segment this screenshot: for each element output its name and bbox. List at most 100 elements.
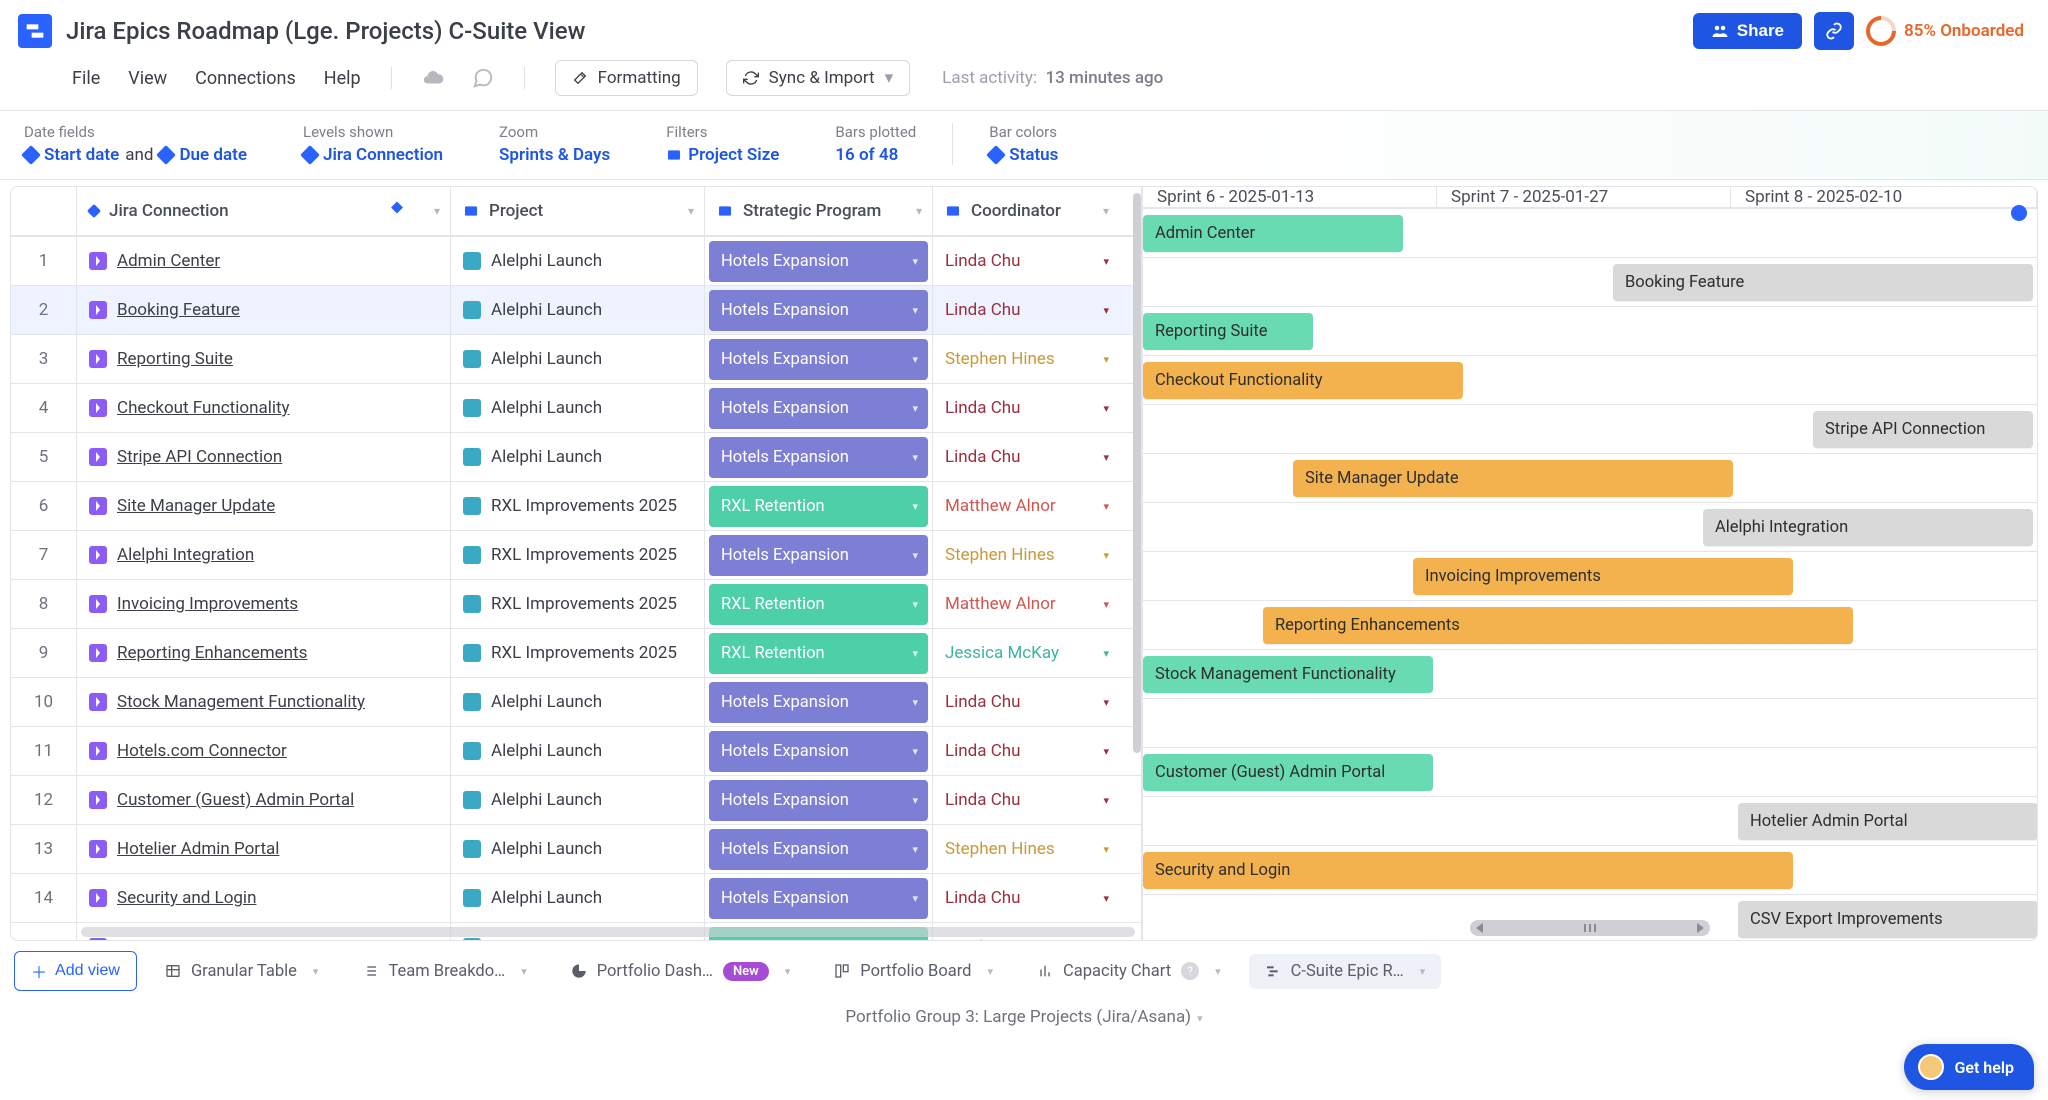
coordinator-cell[interactable]: Linda Chu▾ — [933, 678, 1119, 726]
chevron-down-icon[interactable] — [1215, 965, 1221, 978]
gantt-bar[interactable]: Hotelier Admin Portal — [1738, 803, 2037, 840]
coordinator-cell[interactable]: Linda Chu▾ — [933, 433, 1119, 481]
epic-cell[interactable]: Hotels.com Connector — [77, 727, 451, 775]
program-pill[interactable]: RXL Retention — [709, 486, 928, 527]
program-cell[interactable]: RXL Retention — [705, 629, 933, 677]
epic-cell[interactable]: Invoicing Improvements — [77, 580, 451, 628]
program-pill[interactable]: RXL Retention — [709, 633, 928, 674]
epic-cell[interactable]: Stripe API Connection — [77, 433, 451, 481]
copy-link-button[interactable] — [1814, 12, 1854, 50]
chevron-down-icon[interactable] — [785, 965, 791, 978]
table-row[interactable]: 10Stock Management FunctionalityAlelphi … — [11, 678, 1141, 727]
table-row[interactable]: 7Alelphi IntegrationRXL Improvements 202… — [11, 531, 1141, 580]
project-cell[interactable]: Alelphi Launch — [451, 727, 705, 775]
program-pill[interactable]: RXL Retention — [709, 584, 928, 625]
timeline-row[interactable]: Reporting Suite — [1143, 307, 2037, 356]
chevron-down-icon[interactable]: ▾ — [1103, 549, 1109, 562]
chevron-down-icon[interactable]: ▾ — [1103, 402, 1109, 415]
program-pill[interactable]: Hotels Expansion — [709, 731, 928, 772]
program-pill[interactable]: Hotels Expansion — [709, 388, 928, 429]
comment-icon[interactable] — [472, 67, 494, 89]
project-cell[interactable]: RXL Improvements 2025 — [451, 482, 705, 530]
cloud-sync-icon[interactable] — [422, 67, 444, 89]
timeline-row[interactable]: Reporting Enhancements — [1143, 601, 2037, 650]
column-strategic-program[interactable]: Strategic Program — [705, 187, 933, 235]
formatting-button[interactable]: Formatting — [555, 60, 698, 96]
gantt-bar[interactable]: Checkout Functionality — [1143, 362, 1463, 399]
chevron-down-icon[interactable]: ▾ — [1103, 794, 1109, 807]
program-cell[interactable]: Hotels Expansion — [705, 433, 933, 481]
table-row[interactable]: 14Security and LoginAlelphi LaunchHotels… — [11, 874, 1141, 923]
coordinator-cell[interactable]: Jessica McKay▾ — [933, 629, 1119, 677]
add-view-button[interactable]: ＋ Add view — [14, 951, 137, 991]
project-cell[interactable]: Alelphi Launch — [451, 384, 705, 432]
chevron-down-icon[interactable] — [313, 965, 319, 978]
gantt-bar[interactable]: Stock Management Functionality — [1143, 656, 1433, 693]
filter-date-fields[interactable]: Date fields Start date and Due date — [24, 123, 247, 165]
coordinator-cell[interactable]: Stephen Hines▾ — [933, 335, 1119, 383]
epic-cell[interactable]: Alelphi Integration — [77, 531, 451, 579]
chevron-down-icon[interactable]: ▾ — [1103, 500, 1109, 513]
epic-link[interactable]: Security and Login — [117, 888, 256, 908]
chevron-down-icon[interactable]: ▾ — [1103, 255, 1109, 268]
timeline-row[interactable]: Hotelier Admin Portal — [1143, 797, 2037, 846]
project-cell[interactable]: Alelphi Launch — [451, 776, 705, 824]
epic-link[interactable]: Invoicing Improvements — [117, 594, 298, 614]
table-row[interactable]: 4Checkout FunctionalityAlelphi LaunchHot… — [11, 384, 1141, 433]
epic-cell[interactable]: Reporting Suite — [77, 335, 451, 383]
timeline-row[interactable]: Security and Login — [1143, 846, 2037, 895]
coordinator-cell[interactable]: Linda Chu▾ — [933, 776, 1119, 824]
sprint-header-7[interactable]: Sprint 7 - 2025-01-27 — [1437, 187, 1731, 207]
timeline-scrollbar[interactable] — [1470, 920, 1710, 936]
tab-portfolio-dashboard[interactable]: Portfolio Dash… New — [555, 954, 807, 989]
gantt-bar[interactable]: Reporting Enhancements — [1263, 607, 1853, 644]
program-pill[interactable]: Hotels Expansion — [709, 241, 928, 282]
portfolio-group-selector[interactable]: Portfolio Group 3: Large Projects (Jira/… — [0, 991, 2048, 1035]
project-cell[interactable]: Alelphi Launch — [451, 433, 705, 481]
timeline-row[interactable]: Customer (Guest) Admin Portal — [1143, 748, 2037, 797]
timeline-row[interactable]: Stripe API Connection — [1143, 405, 2037, 454]
program-cell[interactable]: Hotels Expansion — [705, 874, 933, 922]
program-cell[interactable]: Hotels Expansion — [705, 384, 933, 432]
gantt-bar[interactable]: Reporting Suite — [1143, 313, 1313, 350]
epic-cell[interactable]: Stock Management Functionality — [77, 678, 451, 726]
timeline-row[interactable]: Invoicing Improvements — [1143, 552, 2037, 601]
timeline-row[interactable]: Admin Center — [1143, 209, 2037, 258]
epic-cell[interactable]: Admin Center — [77, 237, 451, 285]
chevron-down-icon[interactable]: ▾ — [1103, 843, 1109, 856]
gantt-bar[interactable]: CSV Export Improvements — [1738, 901, 2037, 938]
timeline-row[interactable]: Stock Management Functionality — [1143, 650, 2037, 699]
program-cell[interactable]: Hotels Expansion — [705, 286, 933, 334]
gantt-bar[interactable]: Security and Login — [1143, 852, 1793, 889]
timeline-row[interactable]: Alelphi Integration — [1143, 503, 2037, 552]
gantt-bar[interactable]: Invoicing Improvements — [1413, 558, 1793, 595]
epic-link[interactable]: CSV Export Improvements — [117, 937, 316, 940]
coordinator-cell[interactable]: Matthew Alnor▾ — [933, 580, 1119, 628]
program-cell[interactable]: Hotels Expansion — [705, 531, 933, 579]
timeline-row[interactable]: Checkout Functionality — [1143, 356, 2037, 405]
chevron-down-icon[interactable] — [688, 204, 694, 218]
menu-help[interactable]: Help — [324, 68, 361, 89]
program-pill[interactable]: Hotels Expansion — [709, 682, 928, 723]
epic-link[interactable]: Checkout Functionality — [117, 398, 290, 418]
chevron-down-icon[interactable]: ▾ — [1103, 745, 1109, 758]
table-row[interactable]: 9Reporting EnhancementsRXL Improvements … — [11, 629, 1141, 678]
table-row[interactable]: 5Stripe API ConnectionAlelphi LaunchHote… — [11, 433, 1141, 482]
chevron-down-icon[interactable]: ▾ — [1103, 451, 1109, 464]
gantt-bar[interactable]: Stripe API Connection — [1813, 411, 2033, 448]
project-cell[interactable]: Alelphi Launch — [451, 678, 705, 726]
coordinator-cell[interactable]: Linda Chu▾ — [933, 237, 1119, 285]
epic-link[interactable]: Stripe API Connection — [117, 447, 282, 467]
program-pill[interactable]: Hotels Expansion — [709, 878, 928, 919]
program-cell[interactable]: RXL Retention — [705, 580, 933, 628]
project-cell[interactable]: RXL Improvements 2025 — [451, 531, 705, 579]
filter-bar-colors[interactable]: Bar colors Status — [989, 123, 1058, 165]
coordinator-cell[interactable]: Stephen Hines▾ — [933, 825, 1119, 873]
chevron-down-icon[interactable] — [521, 965, 527, 978]
menu-file[interactable]: File — [72, 68, 100, 89]
program-pill[interactable]: Hotels Expansion — [709, 535, 928, 576]
gantt-bar[interactable]: Admin Center — [1143, 215, 1403, 252]
epic-cell[interactable]: Reporting Enhancements — [77, 629, 451, 677]
sprint-header-6[interactable]: Sprint 6 - 2025-01-13 — [1143, 187, 1437, 207]
gantt-bar[interactable]: Customer (Guest) Admin Portal — [1143, 754, 1433, 791]
